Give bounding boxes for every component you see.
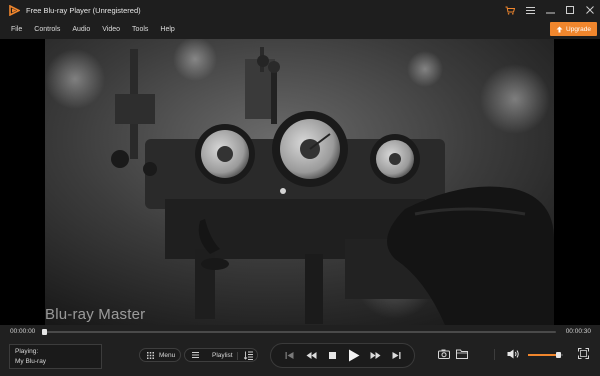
fullscreen-icon[interactable] xyxy=(578,348,589,359)
total-time: 00:00:30 xyxy=(565,328,591,335)
transport-controls xyxy=(270,343,415,368)
now-playing-label: Playing: xyxy=(15,348,39,355)
video-watermark: Blu-ray Master xyxy=(45,306,146,323)
play-icon[interactable] xyxy=(348,349,360,362)
playlist-order-icon[interactable] xyxy=(244,351,253,360)
app-logo-icon xyxy=(8,4,20,16)
title-bar: Free Blu-ray Player (Unregistered) xyxy=(0,0,600,20)
skip-previous-icon[interactable] xyxy=(285,351,294,360)
fast-forward-icon[interactable] xyxy=(370,351,381,360)
player-controls: 00:00:00 00:00:30 Playing: My Blu-ray Me… xyxy=(0,325,600,376)
menu-video[interactable]: Video xyxy=(102,26,120,33)
close-icon[interactable] xyxy=(580,0,600,20)
upgrade-arrow-icon xyxy=(556,26,563,32)
volume-slider[interactable] xyxy=(528,352,563,358)
rewind-icon[interactable] xyxy=(306,351,317,360)
volume-icon[interactable] xyxy=(507,349,520,359)
snapshot-camera-icon[interactable] xyxy=(438,349,450,359)
upgrade-button[interactable]: Upgrade xyxy=(550,22,597,36)
menu-bar: File Controls Audio Video Tools Help Upg… xyxy=(0,20,600,39)
video-frame: Blu-ray Master xyxy=(45,39,554,325)
video-still-image xyxy=(45,39,554,325)
list-icon xyxy=(192,352,199,358)
current-time: 00:00:00 xyxy=(10,328,36,335)
volume-fill xyxy=(528,354,556,356)
cart-icon[interactable] xyxy=(500,0,520,20)
now-playing-title: My Blu-ray xyxy=(15,358,47,365)
stop-icon[interactable] xyxy=(328,351,337,360)
now-playing-panel: Playing: My Blu-ray xyxy=(9,344,102,369)
volume-thumb[interactable] xyxy=(556,352,561,358)
upgrade-label: Upgrade xyxy=(566,25,591,33)
playlist-divider xyxy=(237,352,238,360)
playlist-button[interactable]: Playlist xyxy=(184,348,258,362)
video-area[interactable]: Blu-ray Master xyxy=(0,39,600,325)
folder-icon[interactable] xyxy=(456,349,468,359)
menu-icon[interactable] xyxy=(520,0,540,20)
menu-file[interactable]: File xyxy=(11,26,22,33)
progress-thumb[interactable] xyxy=(42,329,47,335)
window-title: Free Blu-ray Player (Unregistered) xyxy=(26,5,141,15)
playlist-button-label: Playlist xyxy=(212,351,233,359)
minimize-icon[interactable] xyxy=(540,0,560,20)
grid-icon xyxy=(147,351,154,359)
progress-slider[interactable] xyxy=(42,329,556,335)
menu-controls[interactable]: Controls xyxy=(34,26,60,33)
menu-help[interactable]: Help xyxy=(160,26,174,33)
maximize-icon[interactable] xyxy=(560,0,580,20)
menu-audio[interactable]: Audio xyxy=(72,26,90,33)
menu-button-label: Menu xyxy=(159,351,176,359)
menu-tools[interactable]: Tools xyxy=(132,26,148,33)
disc-menu-button[interactable]: Menu xyxy=(139,348,181,362)
skip-next-icon[interactable] xyxy=(392,351,401,360)
controls-divider xyxy=(494,349,495,360)
